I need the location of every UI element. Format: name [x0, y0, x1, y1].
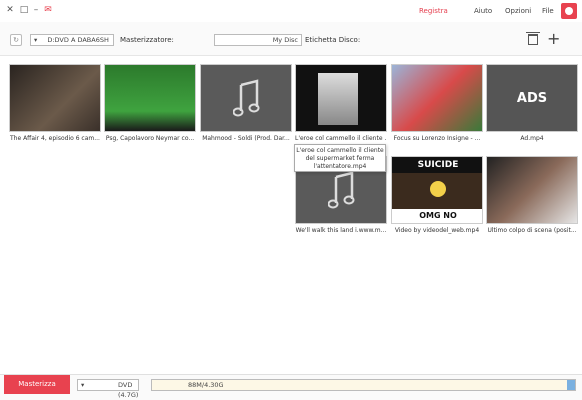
bottom-bar: Masterizza ▾ DVD (4.7G) 88M/4.30G — [0, 374, 582, 400]
burner-caption: Masterizzatore: — [120, 36, 174, 44]
media-thumbnail: ADS — [486, 64, 578, 132]
media-caption: Ultimo colpo di scena (posit... — [487, 227, 577, 234]
media-thumbnail — [391, 64, 483, 132]
media-caption: The Affair 4, episodio 6 cam... — [10, 135, 100, 142]
media-caption: Focus su Lorenzo Insigne - ... — [393, 135, 481, 142]
tooltip: L'eroe col cammello il cliente del super… — [294, 144, 386, 172]
music-note-icon — [233, 79, 260, 117]
capacity-bar: 88M/4.30G — [151, 379, 576, 391]
tooltip-line: del supermarket ferma — [305, 155, 375, 162]
omg-thumb-text: OMG NO — [392, 209, 482, 223]
toolbar: + Etichetta Disco: My Disc Masterizzator… — [0, 22, 582, 56]
feedback-icon[interactable]: ✉ — [42, 4, 54, 16]
media-item[interactable]: SUICIDE OMG NO Video by videodel_web.mp4 — [391, 156, 483, 236]
burn-button[interactable]: Masterizza — [4, 375, 70, 394]
media-thumbnail — [104, 64, 196, 132]
emoji-face-icon — [430, 181, 446, 197]
app-logo-icon — [561, 3, 577, 19]
dvd-type-select[interactable]: ▾ DVD (4.7G) — [77, 379, 139, 399]
disc-label-input[interactable]: My Disc — [214, 34, 302, 46]
menu-file[interactable]: File — [542, 7, 554, 15]
title-bar: ✕ □ – ✉ Registra Aiuto Opzioni File — [0, 0, 582, 22]
add-icon[interactable]: + — [547, 31, 560, 47]
burner-select-value: D:DVD A DABA6SH — [47, 36, 109, 44]
trash-icon[interactable] — [526, 32, 540, 45]
suicide-thumb-text: SUICIDE — [392, 157, 482, 173]
menu-registra[interactable]: Registra — [419, 7, 448, 15]
chevron-down-icon: ▾ — [81, 381, 85, 389]
media-caption: Mahmood - Soldi (Prod. Dar... — [202, 135, 290, 142]
media-grid: ADS Ad.mp4 Focus su Lorenzo Insigne - ..… — [0, 56, 582, 374]
chevron-down-icon: ▾ — [34, 36, 38, 44]
media-thumbnail — [486, 156, 578, 224]
dvd-type-value: DVD (4.7G) — [118, 381, 139, 399]
media-thumbnail — [9, 64, 101, 132]
media-item[interactable]: Psg, Capolavoro Neymar co... — [104, 64, 196, 144]
media-item[interactable]: Mahmood - Soldi (Prod. Dar... — [200, 64, 292, 144]
maximize-window-icon[interactable]: □ — [18, 4, 30, 16]
media-caption: L'eroe col cammello il cliente ... — [295, 135, 387, 142]
refresh-icon[interactable]: ↻ — [10, 34, 22, 46]
music-note-icon — [328, 171, 355, 209]
media-caption: Psg, Capolavoro Neymar co... — [105, 135, 195, 142]
media-thumbnail — [295, 64, 387, 132]
menu-aiuto[interactable]: Aiuto — [474, 7, 492, 15]
media-thumbnail — [200, 64, 292, 132]
media-thumbnail: SUICIDE OMG NO — [391, 156, 483, 224]
tooltip-line: l'attentatore.mp4 — [313, 163, 367, 170]
media-item[interactable]: ADS Ad.mp4 — [486, 64, 578, 144]
capacity-text: 88M/4.30G — [188, 381, 224, 389]
ads-thumb-text: ADS — [516, 91, 548, 106]
media-item[interactable]: L'eroe col cammello il cliente ... — [295, 64, 387, 144]
menu-opzioni[interactable]: Opzioni — [505, 7, 531, 15]
burner-select[interactable]: ▾ D:DVD A DABA6SH — [30, 34, 114, 46]
close-window-icon[interactable]: ✕ — [4, 4, 16, 16]
media-item[interactable]: Ultimo colpo di scena (posit... — [486, 156, 578, 236]
capacity-fill — [566, 380, 575, 390]
media-item[interactable]: The Affair 4, episodio 6 cam... — [9, 64, 101, 144]
media-caption: Ad.mp4 — [520, 135, 544, 142]
minimize-window-icon[interactable]: – — [30, 4, 42, 16]
disc-label-caption: Etichetta Disco: — [305, 36, 361, 44]
media-caption: We'll walk this land i.www.m... — [295, 227, 387, 234]
tooltip-line: L'eroe col cammello il cliente — [296, 147, 384, 154]
media-item[interactable]: Focus su Lorenzo Insigne - ... — [391, 64, 483, 144]
media-caption: Video by videodel_web.mp4 — [394, 227, 480, 234]
